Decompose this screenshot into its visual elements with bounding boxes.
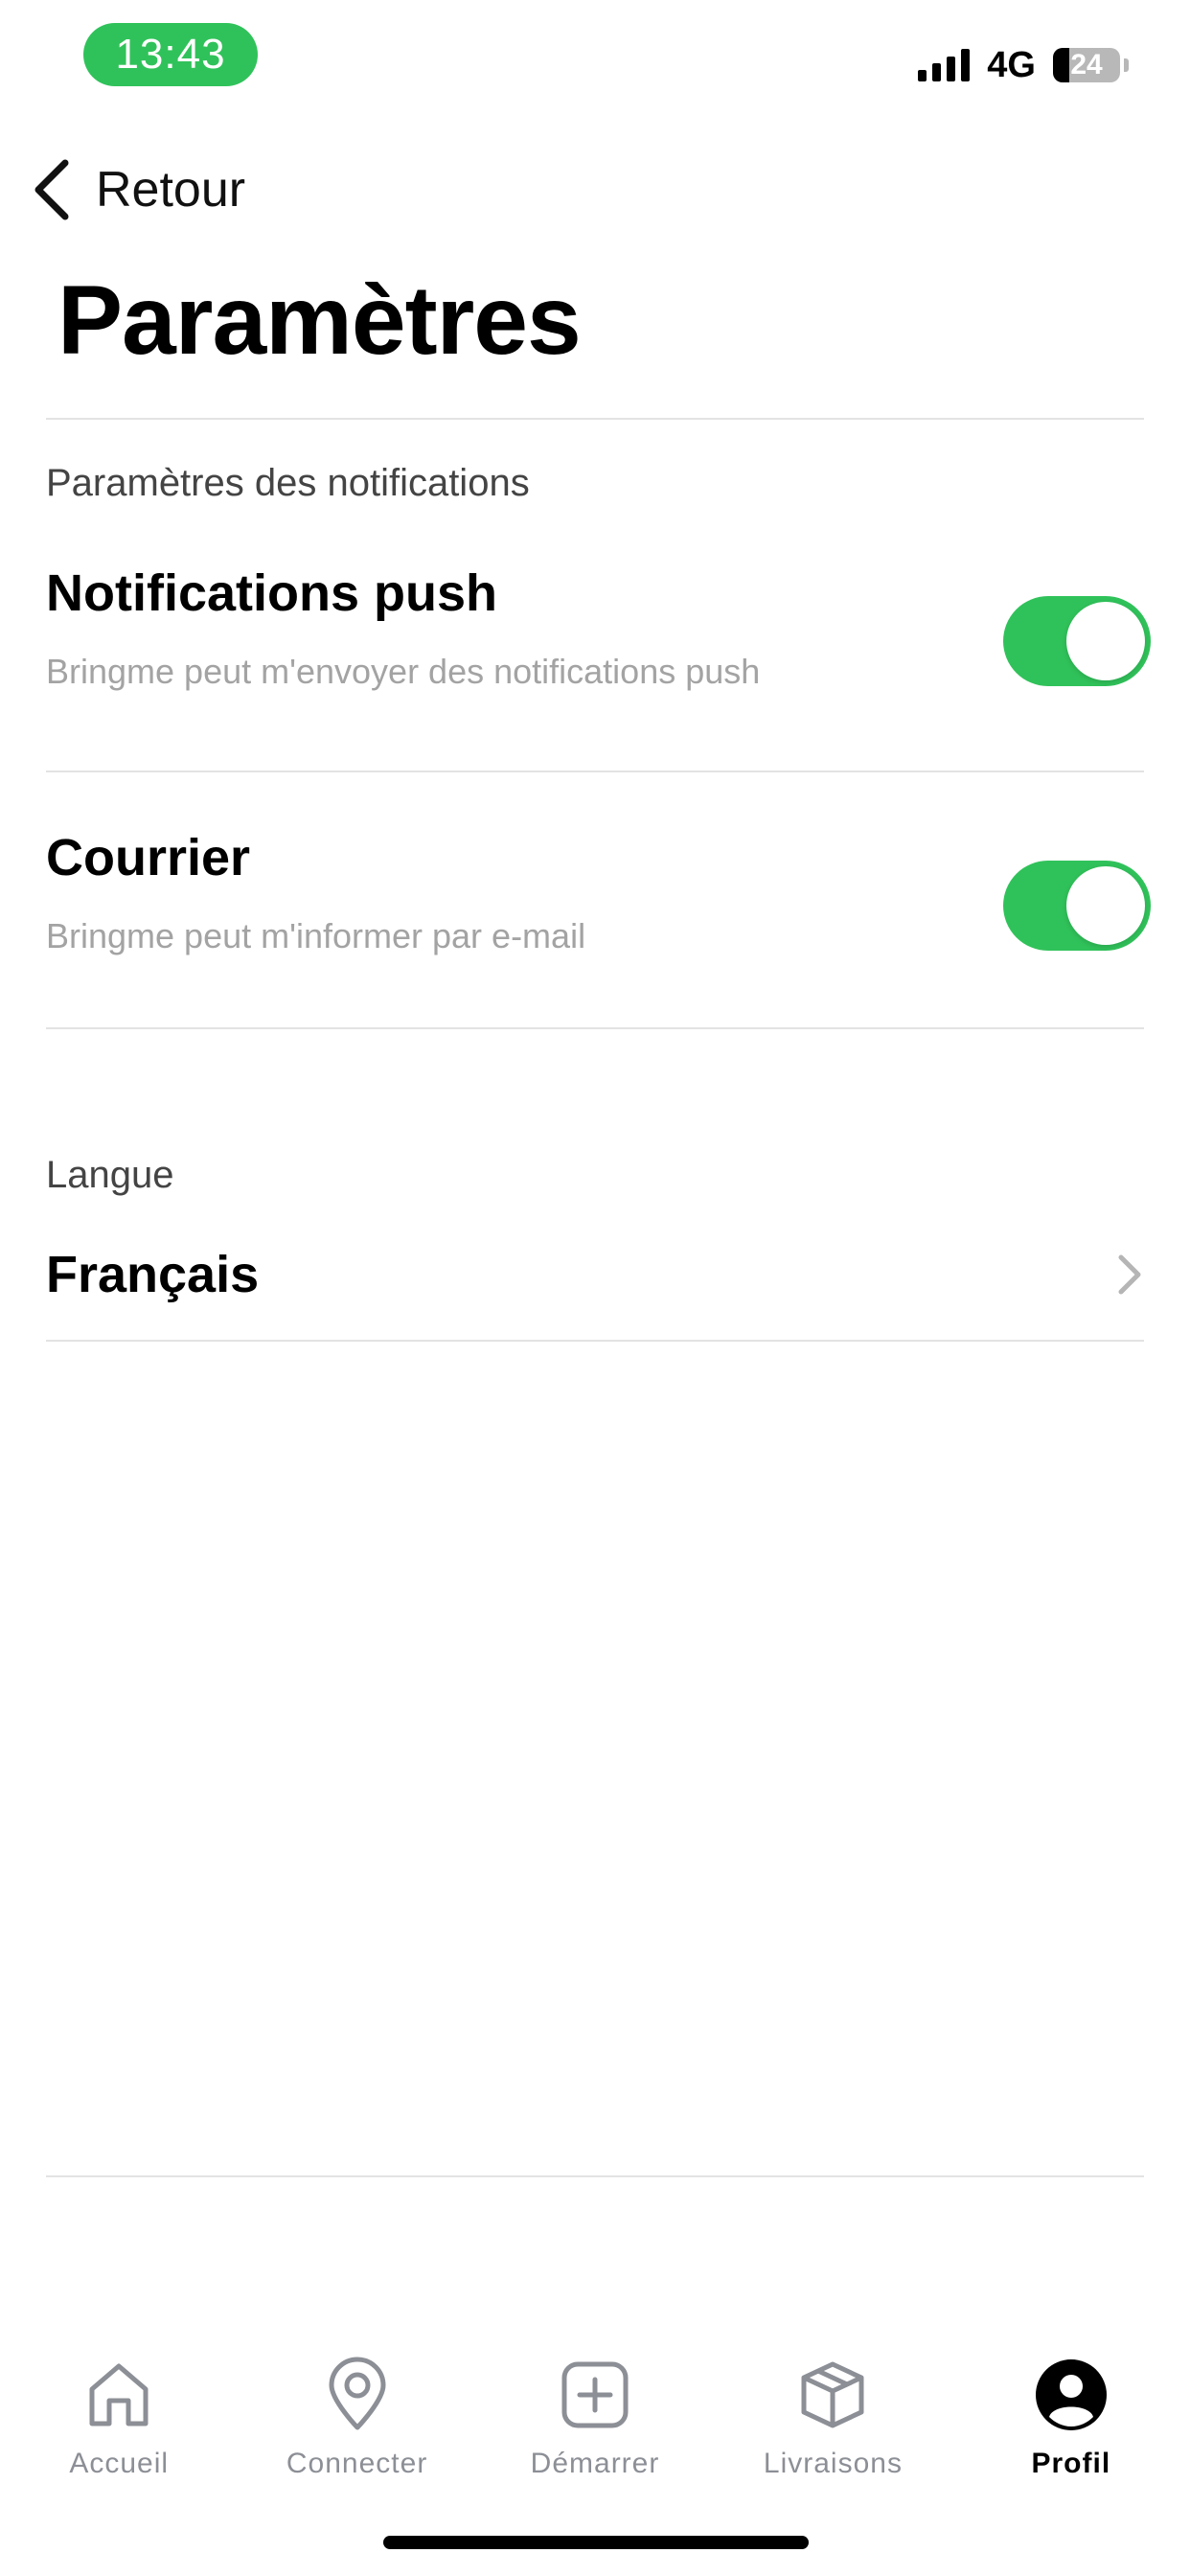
tab-label: Livraisons [763,2448,903,2479]
language-section-label: Langue [46,1154,174,1196]
page-title: Paramètres [57,265,582,375]
tab-label: Accueil [69,2448,170,2479]
status-indicators: 4G 24 [918,42,1129,88]
back-label: Retour [96,162,246,218]
notifications-section-label: Paramètres des notifications [46,462,530,504]
tab-connecter[interactable]: Connecter [238,2348,475,2501]
tab-bar-divider [46,2175,1144,2177]
tab-accueil[interactable]: Accueil [0,2348,238,2501]
divider [46,418,1144,420]
toggle-knob [1066,602,1145,680]
location-pin-icon [329,2357,386,2430]
push-notifications-title: Notifications push [46,564,497,622]
battery-icon: 24 [1053,48,1120,82]
email-notifications-toggle[interactable] [1003,861,1151,951]
tab-label: Profil [1031,2448,1111,2479]
email-notifications-description: Bringme peut m'informer par e-mail [46,916,586,955]
battery-level: 24 [1070,49,1103,80]
cellular-signal-icon [918,49,971,81]
home-icon [89,2363,149,2426]
package-icon [801,2361,864,2428]
push-notifications-description: Bringme peut m'envoyer des notifications… [46,652,761,691]
language-selector[interactable]: Français [46,1227,1144,1322]
tab-label: Démarrer [530,2448,660,2479]
divider [46,770,1144,772]
push-notifications-toggle[interactable] [1003,596,1151,686]
settings-screen: 13:43 4G 24 Retour Paramètres Paramètres… [0,0,1190,2576]
email-notifications-title: Courrier [46,829,251,886]
tab-profil[interactable]: Profil [952,2348,1190,2501]
tab-demarrer[interactable]: Démarrer [476,2348,714,2501]
language-value: Français [46,1246,260,1303]
battery-tip [1124,58,1129,72]
back-button[interactable]: Retour [33,153,245,226]
chevron-right-icon [1118,1254,1141,1295]
status-time: 13:43 [83,23,258,86]
network-type: 4G [987,44,1036,85]
home-indicator [383,2536,809,2549]
tab-bar: Accueil Connecter Démarrer Livraisons Pr… [0,2348,1190,2501]
tab-label: Connecter [286,2448,428,2479]
plus-square-icon [561,2361,629,2428]
divider [46,1027,1144,1029]
profile-icon [1035,2359,1107,2430]
chevron-left-icon [34,159,69,220]
tab-livraisons[interactable]: Livraisons [714,2348,951,2501]
toggle-knob [1066,866,1145,945]
divider [46,1340,1144,1342]
status-bar: 13:43 4G 24 [0,0,1190,115]
